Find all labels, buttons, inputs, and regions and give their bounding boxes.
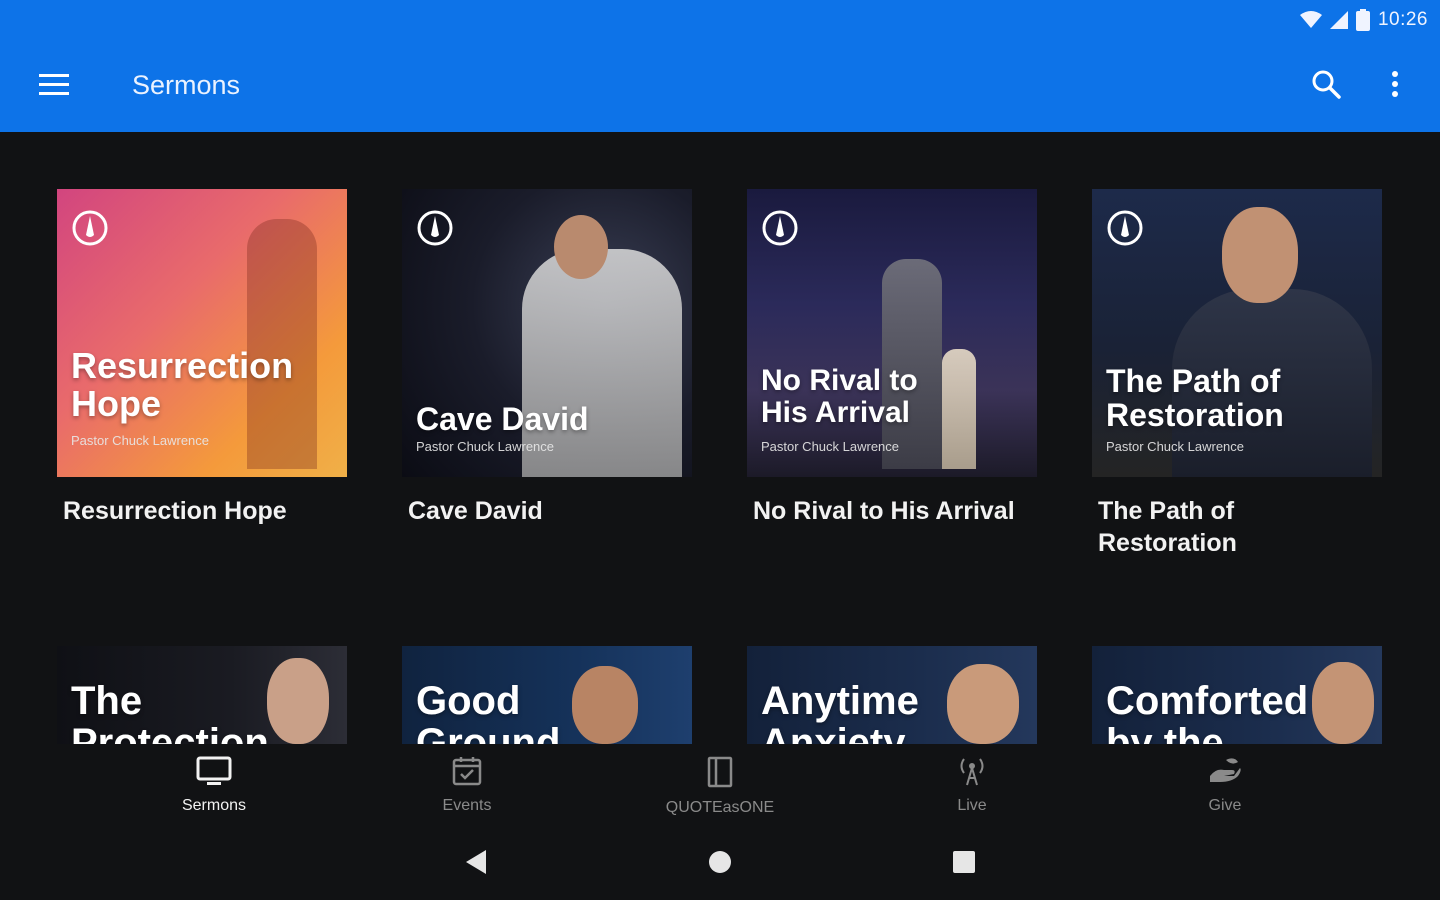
- thumbnail-title-line: Anytime: [761, 679, 919, 723]
- sermon-thumbnail: The Path of Restoration Pastor Chuck Law…: [1092, 189, 1382, 477]
- sermon-thumbnail: Good Ground: [402, 646, 692, 744]
- nav-label: Live: [957, 797, 987, 814]
- thumbnail-title-line: by the: [1106, 721, 1224, 744]
- thumbnail-pastor: Pastor Chuck Lawrence: [761, 439, 900, 454]
- sermon-card[interactable]: The Path of Restoration Pastor Chuck Law…: [1092, 189, 1382, 559]
- thumbnail-title-line: The Path of: [1106, 363, 1281, 399]
- thumbnail-pastor: Pastor Chuck Lawrence: [1106, 439, 1245, 454]
- sermon-thumbnail: Resurrection Hope Pastor Chuck Lawrence: [57, 189, 347, 477]
- book-icon: [707, 756, 733, 793]
- sermon-title: The Path of Restoration: [1092, 495, 1382, 559]
- nav-item-events[interactable]: Events: [387, 756, 547, 820]
- nav-label: QUOTEasONE: [665, 799, 775, 816]
- thumbnail-title: Comforted by the: [1106, 680, 1308, 744]
- thumbnail-title-line: His Arrival: [761, 395, 910, 429]
- sermon-card[interactable]: Anytime Anxiety: [747, 646, 1037, 744]
- thumbnail-title: Cave David: [416, 401, 589, 437]
- thumbnail-title: No Rival to His Arrival: [761, 365, 918, 429]
- thumbnail-title: The Path of Restoration: [1106, 363, 1284, 433]
- church-logo-icon: [72, 210, 108, 246]
- more-vert-icon: [1391, 70, 1399, 103]
- sermon-title-text: The Path of Restoration: [1098, 497, 1237, 557]
- wifi-icon: [1299, 11, 1322, 29]
- sermon-grid: Resurrection Hope Pastor Chuck Lawrence …: [0, 132, 1440, 744]
- recents-icon: [952, 850, 976, 879]
- speaker-silhouette: [247, 219, 317, 469]
- nav-item-give[interactable]: Give: [1145, 756, 1305, 820]
- thumbnail-title-line: Hope: [71, 383, 161, 425]
- sermon-thumbnail: Cave David Pastor Chuck Lawrence: [402, 189, 692, 477]
- system-navigation-bar: [0, 826, 1440, 900]
- thumbnail-title: Anytime Anxiety: [761, 680, 919, 744]
- singer-figure: [942, 349, 976, 469]
- nav-label: Give: [1208, 797, 1242, 814]
- thumbnail-pastor: Pastor Chuck Lawrence: [416, 439, 555, 454]
- hamburger-menu-icon: [39, 73, 69, 100]
- search-button[interactable]: [1300, 60, 1352, 112]
- speaker-head: [1222, 207, 1298, 303]
- thumbnail-title-line: Restoration: [1106, 396, 1284, 433]
- thumbnail-title-line: Cave David: [416, 401, 589, 437]
- sermon-title: No Rival to His Arrival: [753, 497, 1015, 525]
- thumbnail-title: The Protection: [71, 680, 269, 744]
- speaker-head: [554, 215, 608, 279]
- back-icon: [464, 849, 488, 880]
- speaker-head: [947, 664, 1019, 744]
- speaker-head: [267, 658, 329, 744]
- sermon-thumbnail: The Protection: [57, 646, 347, 744]
- nav-item-sermons[interactable]: Sermons: [134, 756, 294, 820]
- thumbnail-title-line: No Rival to: [761, 364, 918, 397]
- sermon-title: Cave David: [408, 497, 543, 525]
- battery-icon: [1355, 9, 1370, 31]
- app-bar: Sermons: [0, 40, 1440, 132]
- bottom-navigation: Sermons Events QUOTEasONE Live Give: [0, 744, 1440, 826]
- speaker-head: [1312, 662, 1374, 744]
- speaker-head: [572, 666, 638, 744]
- menu-button[interactable]: [26, 62, 82, 110]
- sermon-card[interactable]: Cave David Pastor Chuck Lawrence Cave Da…: [402, 189, 692, 527]
- cell-signal-icon: [1329, 11, 1348, 29]
- page-title: Sermons: [132, 70, 241, 100]
- nav-item-quoteasone[interactable]: QUOTEasONE: [640, 756, 800, 820]
- thumbnail-title-line: Comforted: [1106, 679, 1309, 723]
- tv-icon: [196, 756, 232, 791]
- thumbnail-title-line: Protection: [71, 721, 269, 744]
- nav-item-live[interactable]: Live: [892, 756, 1052, 820]
- calendar-icon: [452, 756, 482, 791]
- thumbnail-title-line: Resurrection: [71, 345, 294, 386]
- back-button[interactable]: [456, 844, 496, 884]
- sermon-thumbnail: Comforted by the: [1092, 646, 1382, 744]
- thumbnail-title: Resurrection Hope: [71, 345, 294, 425]
- nav-label: Events: [442, 797, 492, 814]
- thumbnail-title-line: Ground: [416, 721, 561, 744]
- sermon-card[interactable]: Resurrection Hope Pastor Chuck Lawrence …: [57, 189, 347, 527]
- church-logo-icon: [1107, 210, 1143, 246]
- thumbnail-title-line: Anxiety: [761, 721, 906, 744]
- status-bar: 10:26: [0, 0, 1440, 40]
- broadcast-icon: [956, 756, 988, 791]
- church-logo-icon: [417, 210, 453, 246]
- sermon-card[interactable]: The Protection: [57, 646, 347, 744]
- search-icon: [1311, 69, 1341, 104]
- sermon-title: Resurrection Hope: [63, 497, 287, 525]
- home-button[interactable]: [700, 844, 740, 884]
- more-options-button[interactable]: [1372, 60, 1418, 112]
- sermon-card[interactable]: Comforted by the: [1092, 646, 1382, 744]
- thumbnail-pastor: Pastor Chuck Lawrence: [71, 433, 210, 448]
- thumbnail-title-line: The: [71, 679, 143, 723]
- home-icon: [708, 850, 732, 879]
- sermon-thumbnail: Anytime Anxiety: [747, 646, 1037, 744]
- sermon-card[interactable]: Good Ground: [402, 646, 692, 744]
- church-logo-icon: [762, 210, 798, 246]
- sermon-thumbnail: No Rival to His Arrival Pastor Chuck Law…: [747, 189, 1037, 477]
- status-time: 10:26: [1377, 9, 1428, 30]
- hand-give-icon: [1208, 756, 1242, 791]
- recents-button[interactable]: [944, 844, 984, 884]
- thumbnail-title: Good Ground: [416, 680, 560, 744]
- thumbnail-title-line: Good: [416, 679, 521, 723]
- sermon-card[interactable]: No Rival to His Arrival Pastor Chuck Law…: [747, 189, 1037, 527]
- nav-label: Sermons: [181, 797, 247, 814]
